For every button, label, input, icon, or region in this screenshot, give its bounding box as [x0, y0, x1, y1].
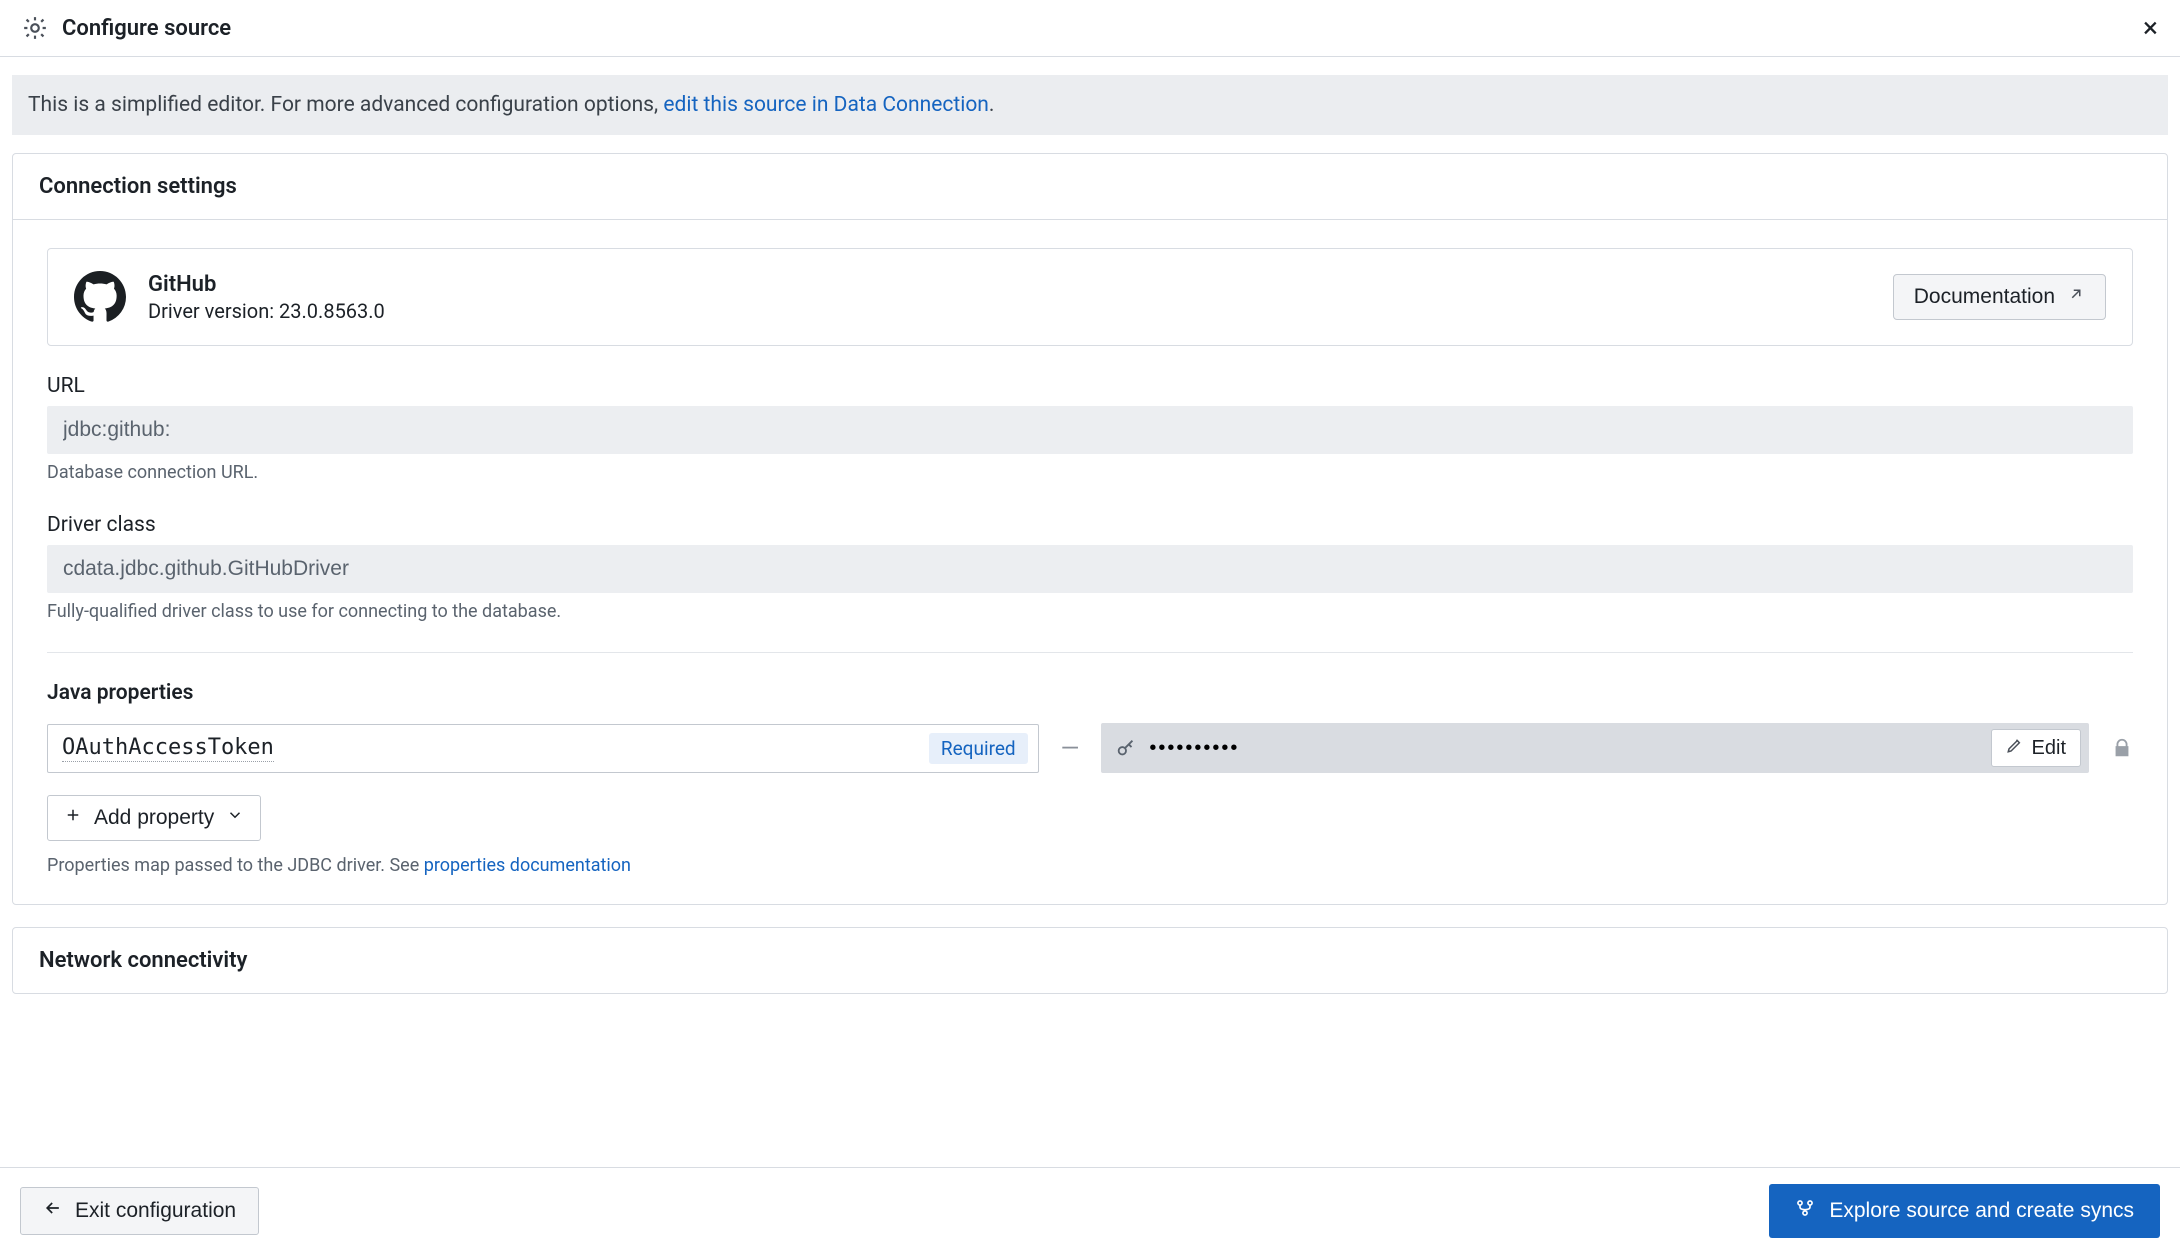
- java-properties-help-prefix: Properties map passed to the JDBC driver…: [47, 855, 424, 876]
- url-help-text: Database connection URL.: [47, 462, 2133, 483]
- field-group-url: URL Database connection URL.: [47, 374, 2133, 483]
- branch-icon: [1795, 1198, 1815, 1224]
- java-property-row: OAuthAccessToken Required —: [47, 723, 2133, 773]
- edit-secret-button[interactable]: Edit: [1991, 729, 2081, 767]
- field-group-driver-class: Driver class Fully-qualified driver clas…: [47, 513, 2133, 622]
- source-driver-version: Driver version: 23.0.8563.0: [148, 299, 385, 323]
- pencil-icon: [2006, 736, 2024, 760]
- banner-link-data-connection[interactable]: edit this source in Data Connection: [663, 93, 989, 117]
- java-property-key: OAuthAccessToken: [62, 735, 274, 762]
- section-network-connectivity: Network connectivity: [12, 927, 2168, 994]
- java-property-key-field[interactable]: OAuthAccessToken Required: [47, 724, 1039, 773]
- exit-configuration-button[interactable]: Exit configuration: [20, 1187, 259, 1235]
- documentation-button-label: Documentation: [1914, 285, 2055, 309]
- driver-class-label: Driver class: [47, 513, 2133, 537]
- key-value-separator: —: [1061, 734, 1080, 762]
- exit-configuration-label: Exit configuration: [75, 1199, 236, 1223]
- source-summary-card: GitHub Driver version: 23.0.8563.0 Docum…: [47, 248, 2133, 346]
- properties-documentation-link[interactable]: properties documentation: [424, 855, 631, 876]
- page-header: Configure source ×: [0, 0, 2180, 57]
- java-property-value-input[interactable]: [1149, 737, 1978, 760]
- page-title: Configure source: [62, 16, 231, 41]
- section-divider: [47, 652, 2133, 653]
- java-properties-help: Properties map passed to the JDBC driver…: [47, 855, 2133, 876]
- explore-source-label: Explore source and create syncs: [1829, 1199, 2134, 1223]
- banner-text-prefix: This is a simplified editor. For more ad…: [28, 93, 663, 117]
- java-property-value-field: Edit: [1101, 723, 2089, 773]
- chevron-down-icon: [226, 806, 244, 830]
- add-property-label: Add property: [94, 806, 214, 830]
- section-header-connection: Connection settings: [13, 154, 2167, 220]
- plus-icon: [64, 806, 82, 830]
- external-link-icon: [2067, 285, 2085, 309]
- main-scroll-area[interactable]: Connection settings GitHub Driver versio…: [0, 135, 2180, 1167]
- java-properties-title: Java properties: [47, 681, 2133, 705]
- section-connection-settings: Connection settings GitHub Driver versio…: [12, 153, 2168, 905]
- info-banner: This is a simplified editor. For more ad…: [12, 75, 2168, 135]
- page-footer: Exit configuration Explore source and cr…: [0, 1167, 2180, 1254]
- url-label: URL: [47, 374, 2133, 398]
- url-input[interactable]: [47, 406, 2133, 454]
- add-property-button[interactable]: Add property: [47, 795, 261, 841]
- source-config-icon: [22, 15, 48, 41]
- required-badge: Required: [929, 733, 1028, 764]
- driver-class-help-text: Fully-qualified driver class to use for …: [47, 601, 2133, 622]
- github-icon: [74, 271, 126, 323]
- source-name: GitHub: [148, 272, 385, 297]
- documentation-button[interactable]: Documentation: [1893, 274, 2106, 320]
- driver-class-input[interactable]: [47, 545, 2133, 593]
- lock-icon: [2111, 737, 2133, 759]
- explore-source-button[interactable]: Explore source and create syncs: [1769, 1184, 2160, 1238]
- banner-text-suffix: .: [989, 93, 995, 117]
- close-icon[interactable]: ×: [2143, 14, 2158, 42]
- edit-secret-label: Edit: [2032, 737, 2066, 760]
- section-header-network: Network connectivity: [13, 928, 2167, 993]
- secret-key-icon: [1115, 737, 1137, 759]
- arrow-left-icon: [43, 1198, 63, 1224]
